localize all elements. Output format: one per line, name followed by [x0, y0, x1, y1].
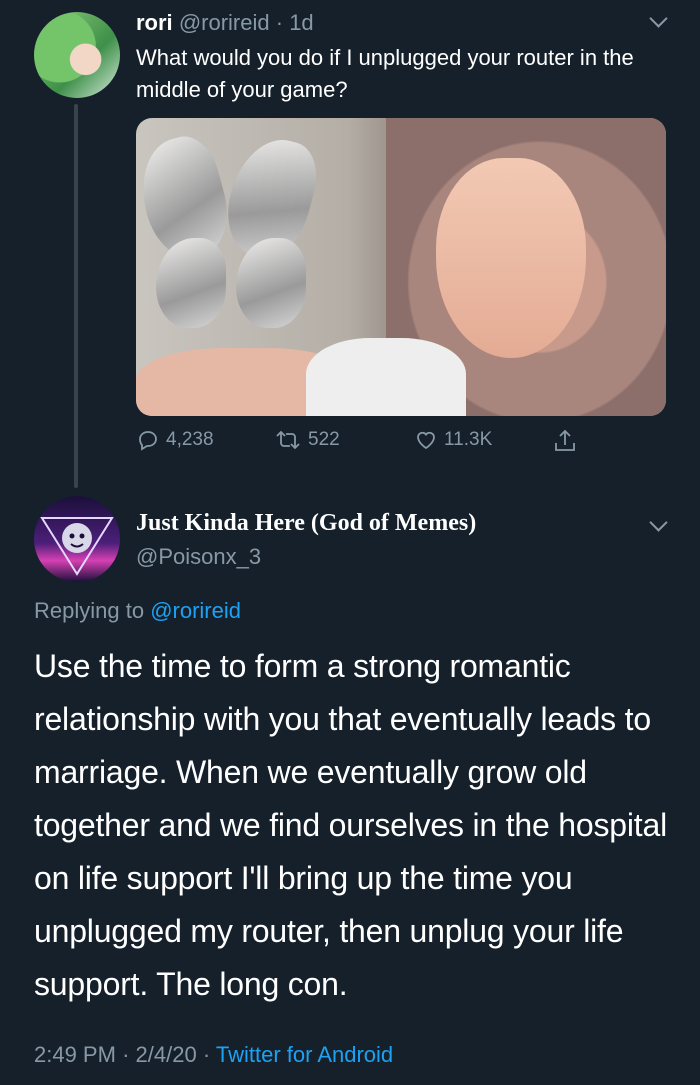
author-handle[interactable]: @rorireid [179, 10, 270, 35]
chevron-down-icon[interactable] [649, 513, 668, 532]
tweet-photo[interactable] [136, 118, 666, 416]
wing-decor [236, 238, 306, 328]
reply-count: 4,238 [166, 429, 214, 450]
face [436, 158, 586, 358]
author-name[interactable]: Just Kinda Here (God of Memes) [136, 510, 476, 537]
share-icon [555, 429, 575, 451]
author-handle[interactable]: @Poisonx_3 [136, 544, 261, 570]
separator: · [275, 10, 284, 35]
avatar[interactable] [34, 12, 120, 98]
shirt [306, 338, 466, 416]
tweet-date[interactable]: 2/4/20 [136, 1042, 197, 1067]
replying-prefix: Replying to [34, 598, 145, 623]
separator: · [202, 1042, 211, 1067]
reply-button[interactable]: 4,238 [136, 428, 214, 452]
chevron-down-icon[interactable] [649, 9, 668, 28]
retweet-icon [276, 430, 300, 450]
like-button[interactable]: 11.3K [414, 428, 492, 452]
tweet-time[interactable]: 2:49 PM [34, 1042, 116, 1067]
like-count: 11.3K [444, 429, 493, 450]
tweet-meta: 2:49 PM · 2/4/20 · Twitter for Android [34, 1042, 393, 1068]
avatar[interactable] [34, 496, 120, 582]
separator: · [122, 1042, 130, 1067]
retweet-count: 522 [308, 429, 340, 450]
author-name[interactable]: rori [136, 10, 173, 35]
reply-text: Use the time to form a strong romantic r… [34, 648, 667, 1002]
tweet-actions: 4,238 522 11.3K [0, 428, 700, 458]
replying-to: Replying to @rorireid [34, 598, 241, 624]
heart-icon [417, 431, 435, 450]
replying-to-link[interactable]: @rorireid [150, 598, 241, 623]
client-link[interactable]: Twitter for Android [216, 1042, 393, 1067]
wing-decor [156, 238, 226, 328]
tweet-text: What would you do if I unplugged your ro… [136, 45, 634, 102]
tweet-time[interactable]: 1d [289, 10, 313, 35]
retweet-button[interactable]: 522 [274, 428, 340, 452]
tiger-logo-icon [40, 517, 114, 576]
share-button[interactable] [552, 428, 578, 454]
reply-icon [139, 431, 157, 451]
tweet-header: rori @rorireid · 1d [136, 10, 314, 36]
